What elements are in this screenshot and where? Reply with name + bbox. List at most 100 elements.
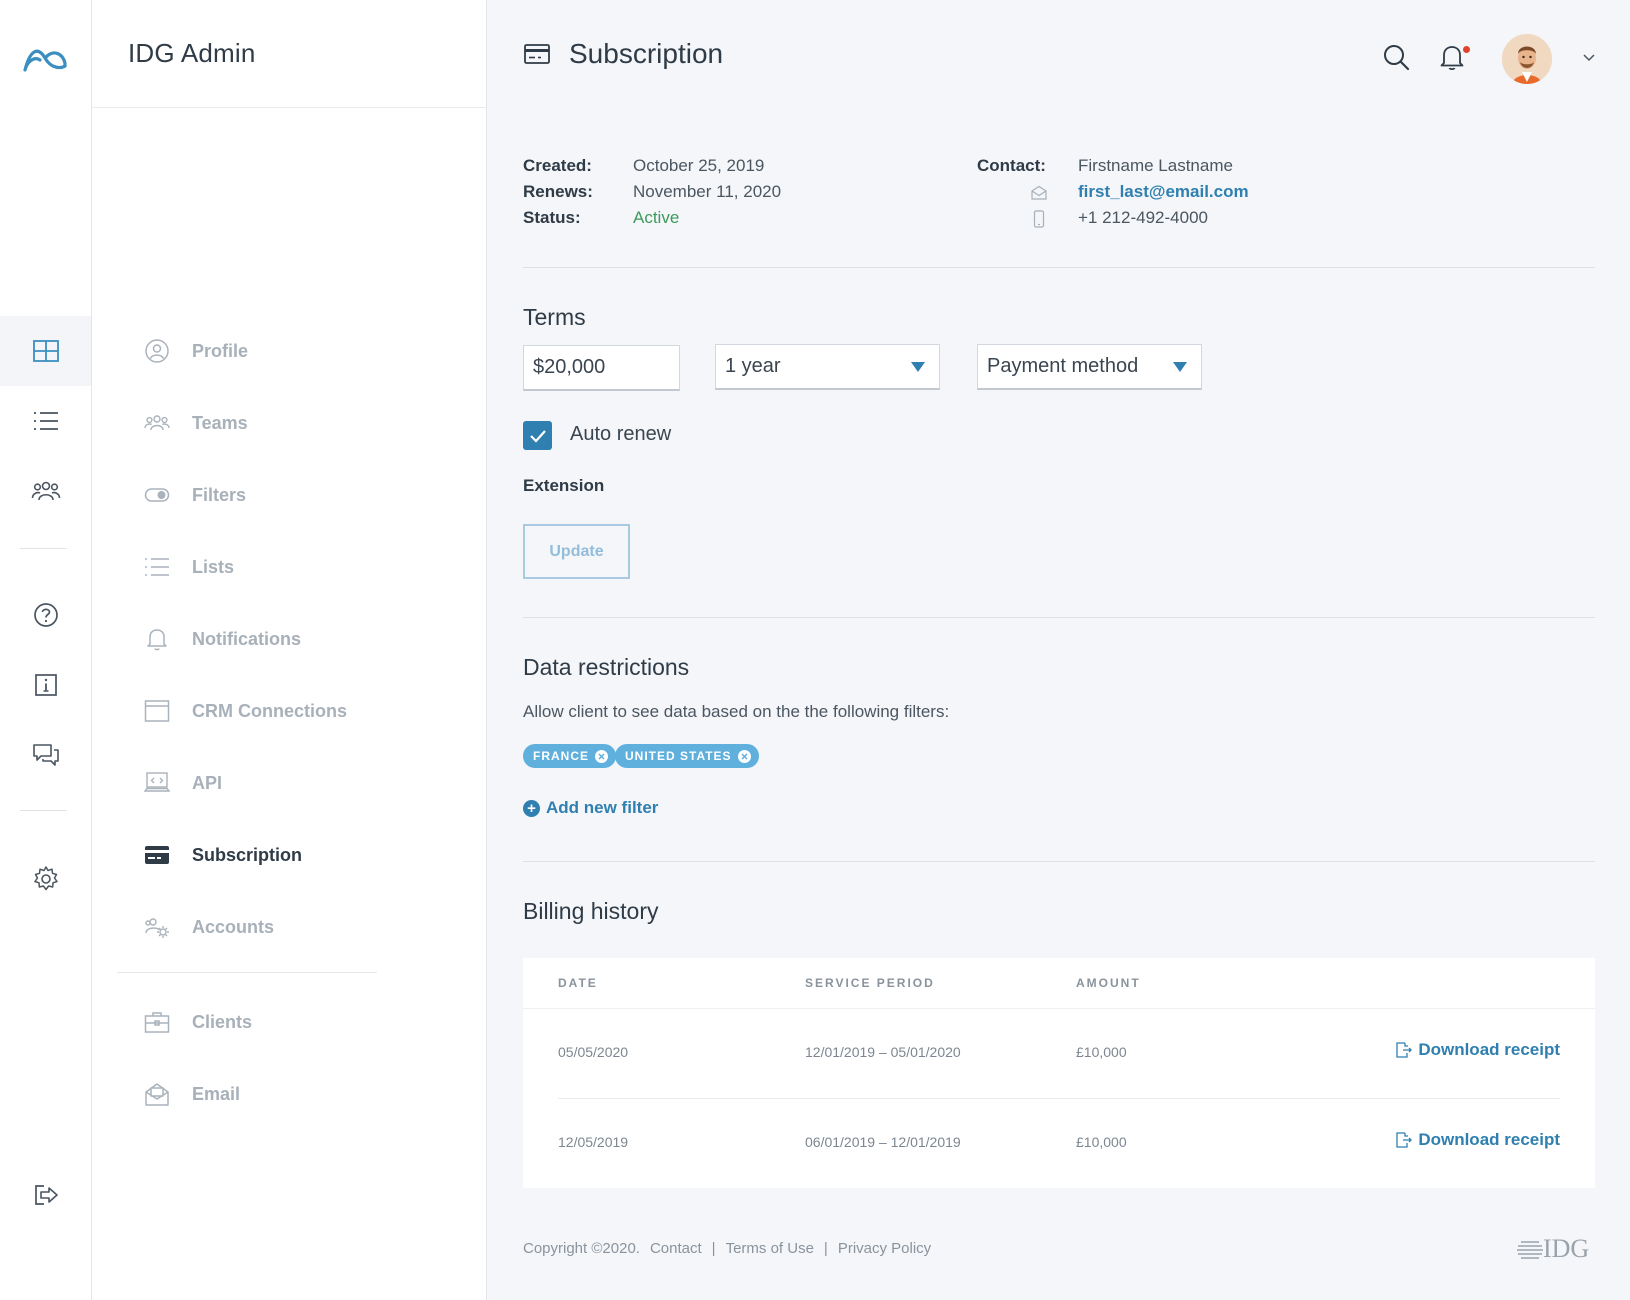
- search-icon[interactable]: [1381, 42, 1411, 72]
- sidebar-item-label: Filters: [192, 484, 247, 505]
- update-button[interactable]: Update: [523, 524, 630, 579]
- grid-icon: [32, 340, 59, 362]
- close-icon[interactable]: [595, 749, 608, 763]
- sidebar-item-clients[interactable]: Clients: [144, 1002, 444, 1042]
- subscription-content: Created: October 25, 2019 Renews: Novemb…: [523, 116, 1595, 1282]
- sidebar-header: IDG Admin: [92, 0, 486, 108]
- browser-window-icon: [144, 700, 170, 722]
- rail-chat-button[interactable]: [0, 720, 91, 790]
- status-value: Active: [633, 208, 680, 227]
- download-receipt-label: Download receipt: [1418, 1130, 1560, 1149]
- page-title: Subscription: [523, 38, 723, 70]
- billing-amount: £10,000: [1076, 1134, 1127, 1150]
- created-value: October 25, 2019: [633, 156, 765, 175]
- footer-terms-link[interactable]: Terms of Use: [726, 1240, 814, 1257]
- footer-separator: |: [823, 1240, 828, 1257]
- close-icon[interactable]: [737, 749, 751, 763]
- billing-period: 06/01/2019 – 12/01/2019: [805, 1134, 961, 1150]
- code-laptop-icon: [144, 772, 170, 792]
- data-restrictions-description: Allow client to see data based on the th…: [523, 702, 950, 721]
- add-filter-link[interactable]: + Add new filter: [523, 798, 658, 818]
- download-receipt-link[interactable]: Download receipt: [1394, 1130, 1560, 1150]
- footer-brand-logo: IDG: [1517, 1234, 1589, 1264]
- contact-phone: +1 212-492-4000: [1078, 208, 1208, 227]
- footer-privacy-link[interactable]: Privacy Policy: [838, 1240, 931, 1257]
- amount-value: $20,000: [533, 356, 606, 378]
- icon-rail: [0, 0, 92, 1300]
- rail-logout-button[interactable]: [0, 1160, 91, 1230]
- footer-copyright: Copyright ©2020.: [523, 1240, 640, 1257]
- phone-icon: [1033, 210, 1045, 228]
- bell-icon[interactable]: [1437, 42, 1467, 72]
- duration-value: 1 year: [725, 355, 781, 377]
- info-square-icon: [34, 674, 57, 696]
- filter-chip-united-states[interactable]: UNITED STATES: [615, 744, 759, 768]
- footer-contact-link[interactable]: Contact: [650, 1240, 702, 1257]
- footer: Copyright ©2020. Contact | Terms of Use …: [523, 1240, 941, 1257]
- globe-lines-icon: [1517, 1241, 1543, 1259]
- rail-info-button[interactable]: [0, 650, 91, 720]
- payment-method-select[interactable]: Payment method: [977, 344, 1202, 390]
- contact-email-link[interactable]: first_last@email.com: [1078, 182, 1249, 202]
- rail-divider: [20, 548, 67, 549]
- filter-chip-france[interactable]: FRANCE: [523, 744, 616, 768]
- filter-chip-label: UNITED STATES: [625, 749, 732, 763]
- rail-users-button[interactable]: [0, 456, 91, 526]
- duration-select[interactable]: 1 year: [715, 344, 940, 390]
- renews-value: November 11, 2020: [633, 182, 782, 201]
- rail-help-button[interactable]: [0, 580, 91, 650]
- avatar[interactable]: [1502, 34, 1552, 84]
- sidebar-item-crm-connections[interactable]: CRM Connections: [144, 691, 444, 731]
- main-content: Subscription Created: October 25, 2019 R…: [487, 0, 1630, 1300]
- sidebar-item-email[interactable]: Email: [144, 1074, 444, 1114]
- sidebar-item-profile[interactable]: Profile: [144, 331, 444, 371]
- rail-settings-button[interactable]: [0, 844, 91, 914]
- chevron-down-icon[interactable]: [1582, 50, 1596, 64]
- list-icon: [145, 558, 169, 576]
- amount-input[interactable]: $20,000: [523, 345, 680, 391]
- renews-label: Renews:: [523, 182, 593, 201]
- data-restrictions-section: Data restrictions Allow client to see da…: [523, 618, 1595, 862]
- dropdown-arrow-icon: [1173, 362, 1187, 372]
- notification-dot: [1463, 46, 1470, 53]
- avatar-face-icon: [1502, 34, 1552, 84]
- sidebar-item-label: Notifications: [192, 628, 302, 649]
- sidebar-item-lists[interactable]: Lists: [144, 547, 444, 587]
- sidebar-item-teams[interactable]: Teams: [144, 403, 444, 443]
- file-export-icon: [1396, 1042, 1413, 1058]
- footer-separator: |: [711, 1240, 716, 1257]
- table-row: 05/05/2020 12/01/2019 – 05/01/2020 £10,0…: [558, 1008, 1560, 1098]
- sidebar-item-label: Profile: [192, 340, 249, 361]
- column-header-service-period: SERVICE PERIOD: [805, 976, 935, 990]
- mail-open-icon: [145, 1083, 169, 1106]
- gear-icon: [33, 866, 58, 891]
- sidebar-divider: [117, 972, 377, 973]
- billing-history-title: Billing history: [523, 898, 659, 924]
- contact-name: Firstname Lastname: [1078, 156, 1233, 175]
- filter-chip-label: FRANCE: [533, 749, 589, 763]
- sidebar-item-label: Clients: [192, 1011, 253, 1032]
- sidebar-item-subscription[interactable]: Subscription: [144, 835, 444, 875]
- sidebar-item-accounts[interactable]: Accounts: [144, 907, 444, 947]
- table-row: 12/05/2019 06/01/2019 – 12/01/2019 £10,0…: [558, 1098, 1560, 1188]
- sidebar-item-label: Lists: [192, 556, 235, 577]
- sidebar-item-api[interactable]: API: [144, 763, 444, 803]
- billing-period: 12/01/2019 – 05/01/2020: [805, 1044, 961, 1060]
- sidebar-item-filters[interactable]: Filters: [144, 475, 444, 515]
- rail-list-button[interactable]: [0, 386, 91, 456]
- download-receipt-link[interactable]: Download receipt: [1394, 1040, 1560, 1060]
- credit-card-icon: [524, 44, 550, 64]
- top-bar: Subscription: [487, 0, 1630, 116]
- download-receipt-label: Download receipt: [1418, 1040, 1560, 1059]
- sidebar-item-label: Teams: [192, 412, 248, 433]
- auto-renew-checkbox[interactable]: [523, 421, 552, 450]
- sidebar-item-label: API: [192, 772, 223, 793]
- app-logo-icon[interactable]: [22, 44, 68, 74]
- sidebar-item-notifications[interactable]: Notifications: [144, 619, 444, 659]
- sidebar-item-label: CRM Connections: [192, 700, 347, 721]
- rail-dashboard-button[interactable]: [0, 316, 91, 386]
- users-gear-icon: [145, 918, 169, 938]
- extension-label: Extension: [523, 476, 605, 495]
- data-restrictions-title: Data restrictions: [523, 654, 690, 680]
- column-header-date: DATE: [558, 976, 598, 990]
